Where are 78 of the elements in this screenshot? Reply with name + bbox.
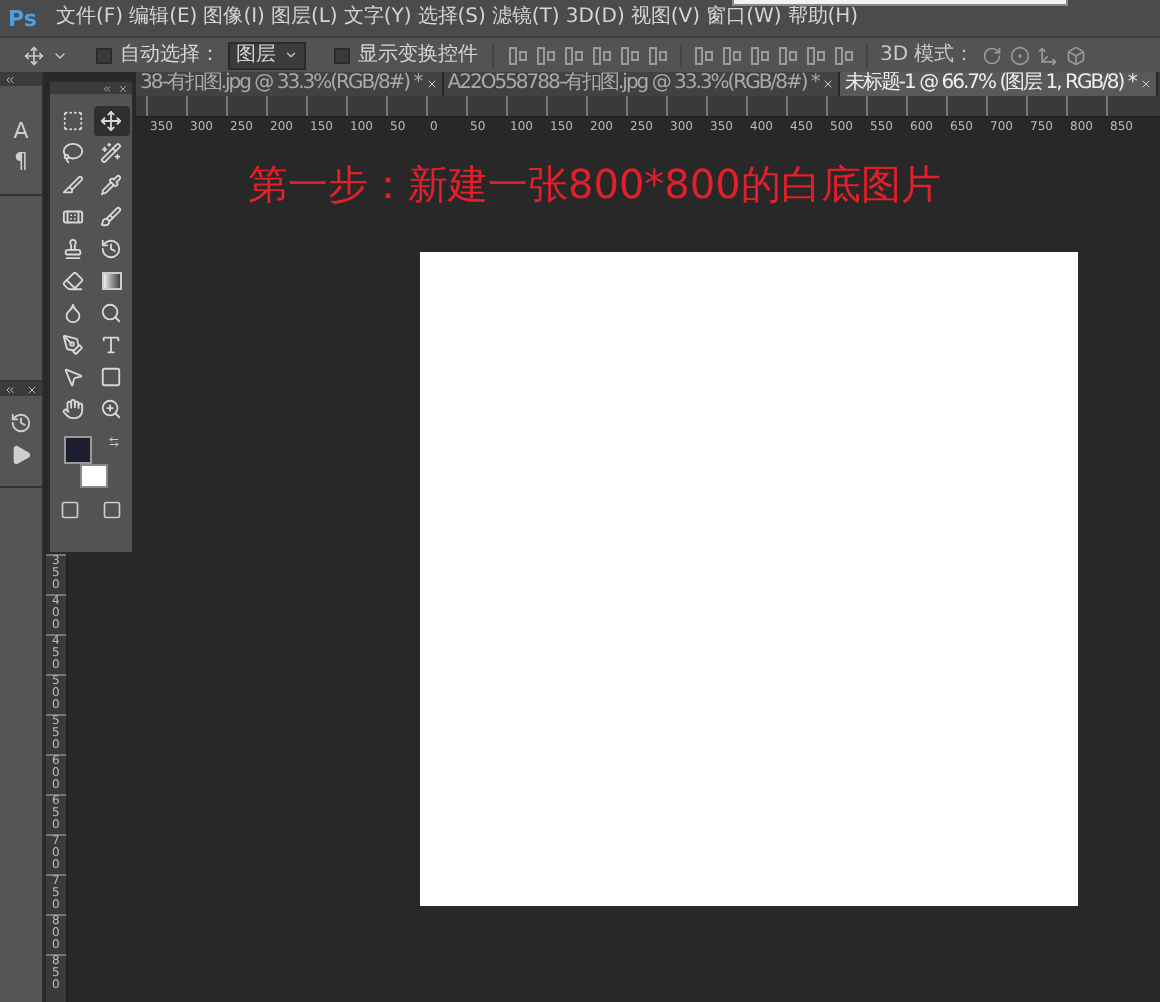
document-tab[interactable]: 38-有扣图.jpg @ 33.3%(RGB/8#) * (136, 72, 444, 96)
brush-icon (100, 206, 122, 228)
menu-item[interactable]: 窗口(W) (704, 8, 784, 28)
tab-title: A22O558788-有扣图.jpg @ 33.3%(RGB/8#) * (447, 74, 819, 94)
mode-3d-label: 3D 模式： (880, 45, 975, 65)
close-icon[interactable] (425, 78, 438, 90)
menu-item[interactable]: 帮助(H) (785, 8, 861, 28)
play-icon[interactable] (10, 444, 32, 466)
move-icon (100, 110, 122, 132)
checkbox[interactable] (96, 47, 112, 63)
knife-icon (61, 174, 83, 196)
auto-select-label: 自动选择： (120, 45, 220, 65)
rotate-icon[interactable] (982, 45, 1003, 65)
menu-item[interactable]: 选择(S) (415, 8, 488, 28)
annotation-text: 第一步：新建一张800*800的白底图片 (248, 160, 943, 208)
show-transform-label: 显示变换控件 (358, 45, 478, 65)
menu-item[interactable]: 文件(F) (54, 8, 126, 28)
tab-title: 38-有扣图.jpg @ 33.3%(RGB/8#) * (140, 74, 422, 94)
caret-icon (284, 48, 298, 62)
tab-title: 未标题-1 @ 66.7% (图层 1, RGB/8) * (844, 74, 1136, 94)
panel-glyph[interactable]: ¶ (14, 148, 28, 174)
menu-item[interactable]: 3D(D) (563, 8, 627, 28)
background-color-swatch[interactable] (80, 464, 108, 488)
align-icon[interactable] (694, 45, 714, 65)
close-icon[interactable] (26, 383, 38, 395)
droplet-icon (61, 302, 83, 324)
menu-item[interactable]: 视图(V) (628, 8, 703, 28)
align-icon[interactable] (536, 45, 556, 65)
swap-colors-icon[interactable] (108, 436, 120, 448)
align-icon[interactable] (592, 45, 612, 65)
bandage-icon (61, 206, 83, 228)
type-icon (100, 334, 122, 356)
stamp-icon (61, 238, 83, 260)
tool-button[interactable] (93, 106, 129, 136)
move-icon[interactable] (24, 45, 44, 65)
close-icon[interactable] (822, 78, 835, 90)
history-icon[interactable] (10, 412, 32, 434)
close-icon[interactable] (1139, 78, 1152, 90)
align-icon[interactable] (750, 45, 770, 65)
menu-item[interactable]: 滤镜(T) (489, 8, 562, 28)
menu-item[interactable]: 编辑(E) (127, 8, 200, 28)
app-logo: Ps (8, 7, 39, 29)
drag-icon[interactable] (1038, 45, 1059, 65)
eyedropper-icon (100, 174, 122, 196)
collapse-icon[interactable] (102, 83, 112, 93)
menu-item[interactable]: 文字(Y) (341, 8, 414, 28)
eraser-icon (61, 270, 83, 292)
panel-glyph[interactable]: A (13, 118, 29, 144)
document-tab[interactable]: 未标题-1 @ 66.7% (图层 1, RGB/8) * (840, 72, 1158, 96)
wand-icon (100, 142, 122, 164)
rectangle-icon (100, 366, 122, 388)
history-brush-icon (100, 238, 122, 260)
quick-mask-icon[interactable] (60, 500, 81, 520)
zoom-icon (100, 398, 122, 420)
collapse-icon[interactable] (4, 383, 16, 395)
checkbox[interactable] (334, 47, 350, 63)
collapse-icon[interactable] (4, 73, 16, 85)
cube-icon[interactable] (1066, 45, 1087, 65)
lasso-icon (61, 142, 83, 164)
pen-icon (61, 334, 83, 356)
align-icon[interactable] (648, 45, 668, 65)
gradient-icon (101, 272, 121, 290)
align-icon[interactable] (620, 45, 640, 65)
pointer-icon (61, 366, 83, 388)
align-icon[interactable] (508, 45, 528, 65)
align-icon[interactable] (778, 45, 798, 65)
menu-item[interactable]: 图像(I) (201, 8, 267, 28)
layer-select[interactable]: 图层 (228, 41, 306, 69)
menu-item[interactable]: 图层(L) (268, 8, 340, 28)
align-icon[interactable] (722, 45, 742, 65)
align-icon[interactable] (564, 45, 584, 65)
screen-mode-icon[interactable] (101, 500, 122, 520)
hand-icon (61, 398, 83, 420)
dashed-square-icon (61, 110, 83, 132)
align-icon[interactable] (834, 45, 854, 65)
foreground-color-swatch[interactable] (64, 436, 92, 464)
document-tab[interactable]: A22O558788-有扣图.jpg @ 33.3%(RGB/8#) * (443, 72, 841, 96)
align-icon[interactable] (806, 45, 826, 65)
